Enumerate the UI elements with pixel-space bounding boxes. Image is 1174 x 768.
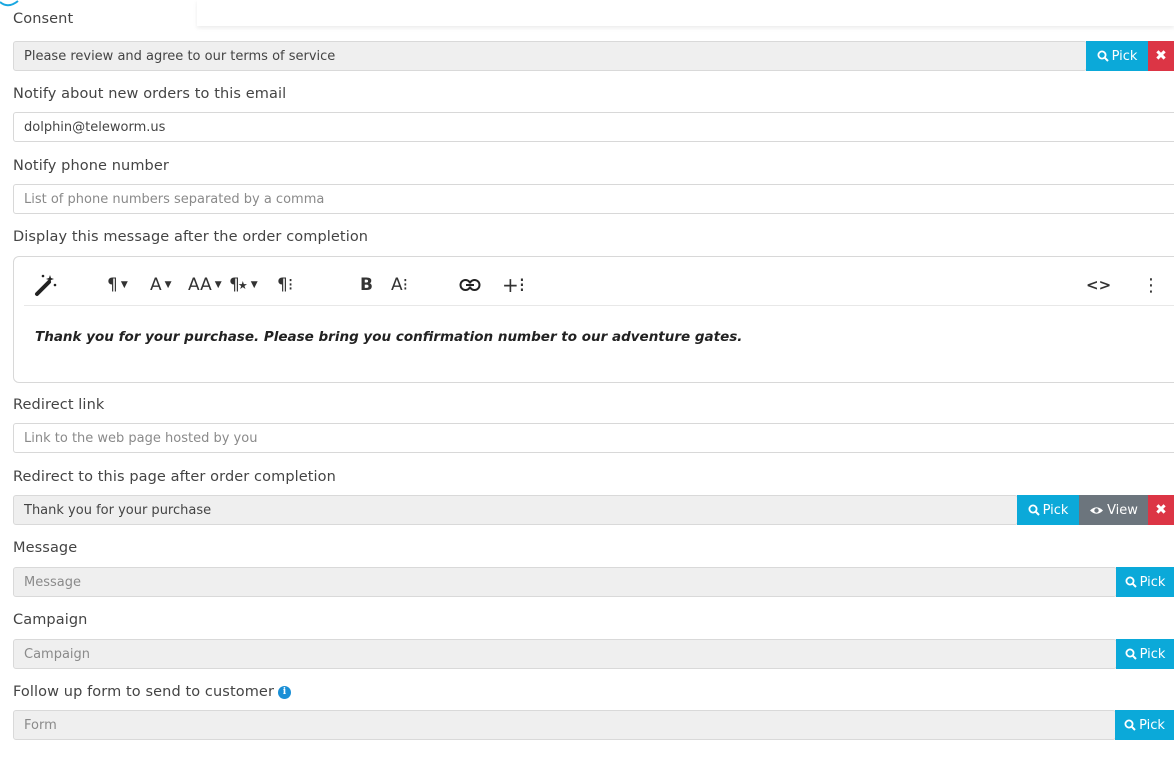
consent-field[interactable]: Please review and agree to our terms of … <box>13 41 1087 71</box>
eye-icon <box>1090 506 1104 514</box>
bold-button[interactable]: B <box>360 273 373 297</box>
campaign-label: Campaign <box>13 612 88 628</box>
close-icon: ✖ <box>1155 502 1167 518</box>
chevron-down-icon: ▼ <box>250 280 258 290</box>
font-icon: A <box>150 275 162 295</box>
followup-form-placeholder: Form <box>24 717 57 733</box>
notify-phone-placeholder: List of phone numbers separated by a com… <box>24 191 325 207</box>
font-family-button[interactable]: A ▼ <box>150 273 172 297</box>
search-icon <box>1125 576 1137 588</box>
rich-text-editor[interactable]: ¶ ▼ A ▼ AA ▼ ¶ ★ ▼ ¶⁝ B A⁝ +⁝ <> ⋮ Thank… <box>13 256 1174 383</box>
redirect-page-value: Thank you for your purchase <box>24 502 212 518</box>
redirect-link-placeholder: Link to the web page hosted by you <box>24 430 258 446</box>
logo-icon <box>0 0 19 7</box>
message-placeholder: Message <box>24 574 81 590</box>
consent-pick-label: Pick <box>1111 48 1138 64</box>
search-icon <box>1125 648 1137 660</box>
chevron-down-icon: ▼ <box>214 280 222 290</box>
close-icon: ✖ <box>1155 48 1167 64</box>
redirect-page-pick-button[interactable]: Pick <box>1017 495 1079 525</box>
message-pick-button[interactable]: Pick <box>1116 567 1174 597</box>
followup-form-label-text: Follow up form to send to customer <box>13 684 275 700</box>
notify-phone-field[interactable]: List of phone numbers separated by a com… <box>13 184 1174 214</box>
more-insert-button[interactable]: +⁝ <box>502 273 525 297</box>
chevron-down-icon: ▼ <box>164 280 172 290</box>
search-icon <box>1028 504 1040 516</box>
consent-pick-button[interactable]: Pick <box>1086 41 1148 71</box>
notify-email-value: dolphin@teleworm.us <box>24 119 166 135</box>
consent-clear-button[interactable]: ✖ <box>1148 41 1174 71</box>
more-text-icon: A⁝ <box>391 275 409 295</box>
notify-email-field[interactable]: dolphin@teleworm.us <box>13 112 1174 142</box>
editor-content[interactable]: Thank you for your purchase. Please brin… <box>35 329 742 345</box>
font-size-icon: AA <box>188 275 212 295</box>
more-paragraph-button[interactable]: ¶⁝ <box>277 273 293 297</box>
redirect-link-label: Redirect link <box>13 397 105 413</box>
campaign-field[interactable]: Campaign <box>13 639 1117 669</box>
campaign-pick-button[interactable]: Pick <box>1116 639 1174 669</box>
more-options-button[interactable]: ⋮ <box>1142 273 1160 297</box>
bold-icon: B <box>360 275 373 295</box>
plus-icon: +⁝ <box>502 273 526 297</box>
followup-form-field[interactable]: Form <box>13 710 1116 740</box>
followup-form-pick-button[interactable]: Pick <box>1115 710 1174 740</box>
message-label: Message <box>13 540 78 556</box>
insert-link-button[interactable] <box>459 273 481 297</box>
redirect-link-field[interactable]: Link to the web page hosted by you <box>13 423 1174 453</box>
notify-phone-label: Notify phone number <box>13 158 169 174</box>
message-pick-label: Pick <box>1139 574 1166 590</box>
redirect-page-view-button[interactable]: View <box>1079 495 1148 525</box>
followup-form-pick-label: Pick <box>1139 717 1165 733</box>
followup-form-label: Follow up form to send to customer i <box>13 684 292 700</box>
search-icon <box>1124 719 1136 731</box>
paragraph-icon: ¶ <box>107 275 118 295</box>
top-header-bar <box>197 0 1174 26</box>
campaign-placeholder: Campaign <box>24 646 91 662</box>
code-icon: <> <box>1086 276 1112 294</box>
message-field[interactable]: Message <box>13 567 1117 597</box>
paragraph-style-button[interactable]: ¶ ★ ▼ <box>229 273 258 297</box>
editor-toolbar: ¶ ▼ A ▼ AA ▼ ¶ ★ ▼ ¶⁝ B A⁝ +⁝ <> ⋮ <box>24 265 1174 306</box>
redirect-page-clear-button[interactable]: ✖ <box>1148 495 1174 525</box>
chevron-down-icon: ▼ <box>120 280 128 290</box>
more-text-button[interactable]: A⁝ <box>391 273 408 297</box>
more-vertical-icon: ⋮ <box>1142 274 1160 296</box>
consent-value: Please review and agree to our terms of … <box>24 48 336 64</box>
notify-email-label: Notify about new orders to this email <box>13 86 287 102</box>
redirect-page-label: Redirect to this page after order comple… <box>13 469 336 485</box>
campaign-pick-label: Pick <box>1139 646 1166 662</box>
search-icon <box>1097 50 1109 62</box>
more-paragraph-icon: ¶⁝ <box>277 275 294 295</box>
redirect-page-view-label: View <box>1107 502 1138 518</box>
link-icon <box>459 279 481 291</box>
magic-wand-icon[interactable] <box>34 273 58 297</box>
paragraph-format-button[interactable]: ¶ ▼ <box>107 273 128 297</box>
redirect-page-field[interactable]: Thank you for your purchase <box>13 495 1018 525</box>
completion-message-label: Display this message after the order com… <box>13 229 369 245</box>
redirect-page-pick-label: Pick <box>1042 502 1069 518</box>
font-size-button[interactable]: AA ▼ <box>188 273 222 297</box>
consent-label: Consent <box>13 11 74 27</box>
info-icon[interactable]: i <box>278 685 292 699</box>
code-view-button[interactable]: <> <box>1086 273 1111 297</box>
